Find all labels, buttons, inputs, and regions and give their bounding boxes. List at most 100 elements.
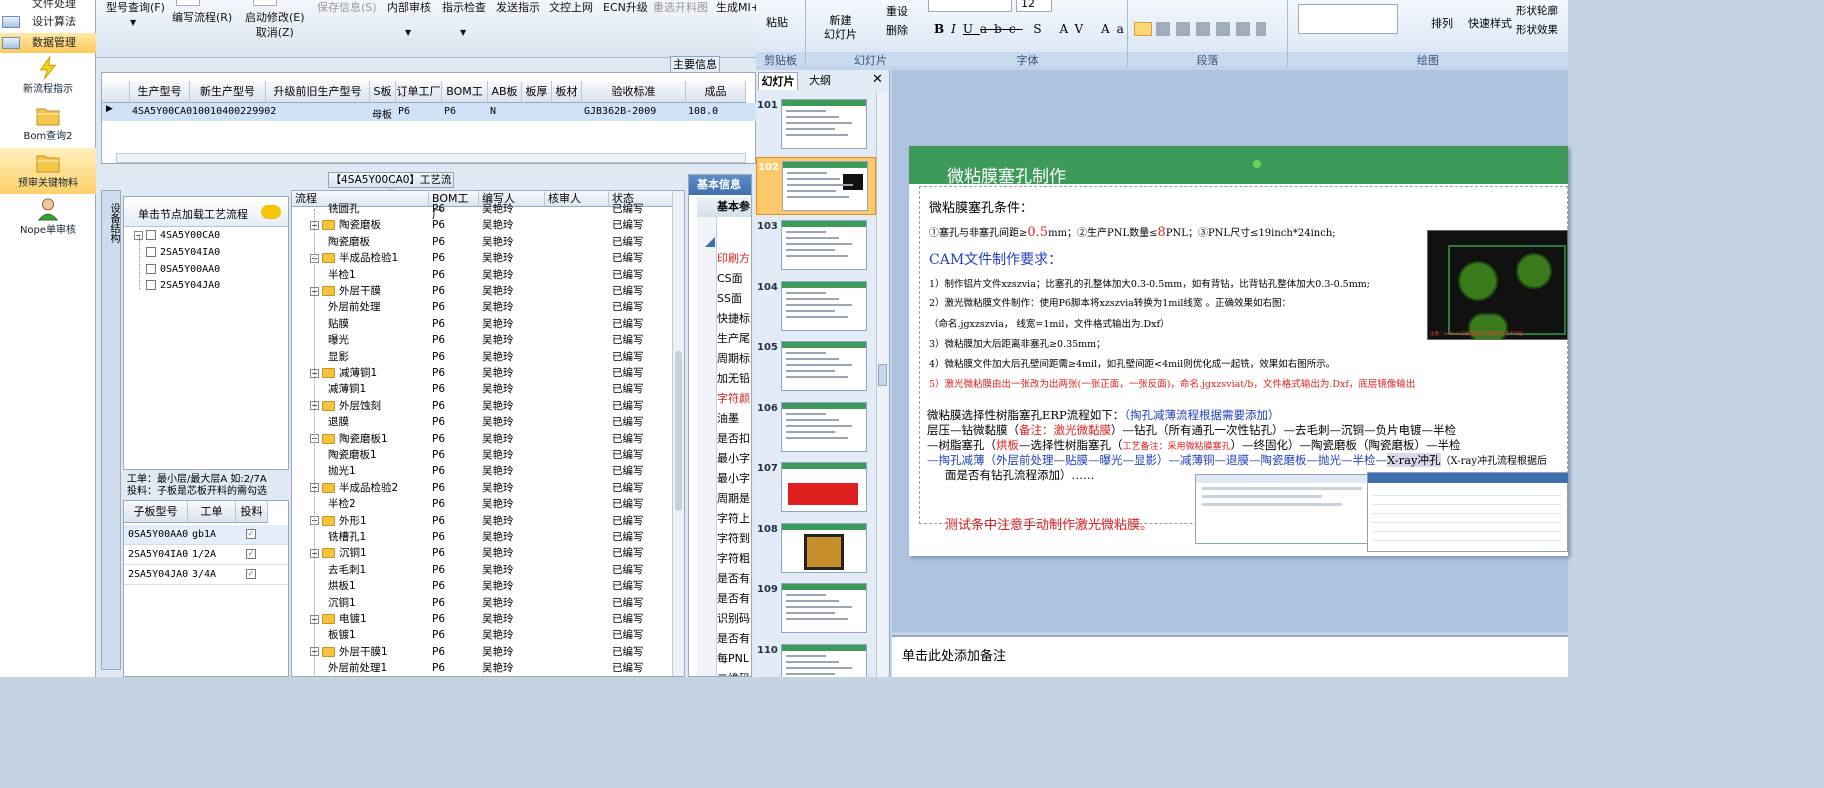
align-left-button[interactable] xyxy=(1134,22,1152,36)
tree-node[interactable]: 2SA5Y04JA0 xyxy=(146,280,220,291)
table-row[interactable]: 2SA5Y04JA0 3/4A ✓ xyxy=(124,565,288,585)
table-row[interactable]: − 半成品检验2 P6 吴艳玲 已编写 xyxy=(292,480,672,496)
column-header[interactable]: 板厚 xyxy=(522,81,552,103)
ecn-upgrade-button[interactable]: ECN升级 xyxy=(603,0,648,56)
scrollbar-thumb[interactable] xyxy=(878,364,887,386)
column-header[interactable]: BOM工厂 xyxy=(442,81,488,120)
bom-query-button[interactable]: Bom查询2 xyxy=(0,101,96,147)
notes-pane[interactable]: 单击此处添加备注 xyxy=(892,635,1568,677)
new-process-button[interactable]: 新流程指示 xyxy=(0,54,96,100)
table-row[interactable]: − 半成品检验1 P6 吴艳玲 已编写 xyxy=(292,250,672,266)
delete-button[interactable]: 删除 xyxy=(886,22,908,38)
horizontal-scrollbar[interactable] xyxy=(116,153,746,163)
table-row[interactable]: 半检1 P6 吴艳玲 已编写 xyxy=(292,267,672,283)
slide-thumbnail[interactable]: 107 xyxy=(756,459,876,517)
shape-outline-button[interactable]: 形状轮廓 xyxy=(1516,3,1558,18)
checkbox[interactable]: ✓ xyxy=(246,549,256,559)
column-header[interactable]: 生产型号 xyxy=(130,81,190,103)
shapes-gallery[interactable] xyxy=(1298,4,1398,34)
paste-button[interactable]: 粘贴 xyxy=(766,14,788,30)
table-row[interactable]: 铣槽孔1 P6 吴艳玲 已编写 xyxy=(292,529,672,545)
slide-thumbnail[interactable]: 105 xyxy=(756,338,876,396)
scrollbar-thumb[interactable] xyxy=(675,351,682,511)
model-query-button[interactable]: 型号查询(F) ▼ xyxy=(106,0,165,56)
table-row[interactable]: − 外层干膜 P6 吴艳玲 已编写 xyxy=(292,283,672,299)
checkbox[interactable] xyxy=(146,247,156,257)
table-row[interactable]: − 陶瓷磨板 P6 吴艳玲 已编写 xyxy=(292,217,672,233)
font-size-box[interactable]: 12 xyxy=(1016,0,1052,12)
slide-thumbnail[interactable]: 102 xyxy=(756,156,876,215)
nope-review-button[interactable]: Nope单审核 xyxy=(0,195,96,241)
save-info-button[interactable]: 保存信息(S) xyxy=(317,0,377,56)
table-row[interactable]: 陶瓷磨板 P6 吴艳玲 已编写 xyxy=(292,234,672,250)
nav-item-data-management[interactable]: 数据管理 xyxy=(0,33,96,53)
table-row[interactable]: 去毛刺1 P6 吴艳玲 已编写 xyxy=(292,562,672,578)
table-row[interactable]: ▶ 4SA5Y00CA0 10010400229902 母板 P6 P6 N GJB362B… xyxy=(102,103,757,121)
table-row[interactable]: 贴膜 P6 吴艳玲 已编写 xyxy=(292,316,672,332)
column-header[interactable]: 工单 xyxy=(188,501,236,523)
column-header[interactable]: 升级前旧生产型号 xyxy=(266,81,370,103)
column-header[interactable]: 订单工厂 xyxy=(396,81,442,103)
table-row[interactable]: 曝光 P6 吴艳玲 已编写 xyxy=(292,332,672,348)
table-row[interactable]: 抛光1 P6 吴艳玲 已编写 xyxy=(292,463,672,479)
slide-thumbnail[interactable]: 108 xyxy=(756,520,876,578)
tab-main-info[interactable]: 主要信息 xyxy=(670,56,720,72)
tab-outline[interactable]: 大纲 xyxy=(800,72,840,90)
key-material-button[interactable]: 预审关键物料 xyxy=(0,148,96,194)
table-row[interactable]: 半检2 P6 吴艳玲 已编写 xyxy=(292,496,672,512)
edit-flow-button[interactable]: 编写流程(R) xyxy=(172,10,232,66)
table-row[interactable]: 0SA5Y00AA0 gb1A ✓ xyxy=(124,525,288,545)
table-row[interactable]: 2SA5Y04IA0 1/2A ✓ xyxy=(124,545,288,565)
tree-root[interactable]: −4SA5Y00CA0 xyxy=(134,230,220,241)
checkbox[interactable] xyxy=(146,263,156,274)
tree-node[interactable]: 0SA5Y00AA0 xyxy=(146,263,220,275)
slide-thumbnail[interactable]: 103 xyxy=(756,217,876,275)
font-name-box[interactable] xyxy=(928,0,1012,12)
table-row[interactable]: 板镀1 P6 吴艳玲 已编写 xyxy=(292,627,672,643)
quick-styles-button[interactable]: 快速样式 xyxy=(1468,15,1512,31)
column-header[interactable]: 投料 xyxy=(236,501,268,523)
shape-effect-button[interactable]: 形状效果 xyxy=(1516,22,1558,37)
table-row[interactable]: 显影 P6 吴艳玲 已编写 xyxy=(292,349,672,365)
thumb-scrollbar[interactable] xyxy=(876,92,888,677)
slide-thumbnail[interactable]: 104 xyxy=(756,278,876,336)
slide-thumbnail[interactable]: 101 xyxy=(756,96,876,154)
new-slide-button[interactable]: 新建 幻灯片 xyxy=(824,14,857,42)
erp-screenshot-image[interactable] xyxy=(1195,474,1369,544)
table-row[interactable]: 外层前处理1 P6 吴艳玲 已编写 xyxy=(292,660,672,676)
close-icon[interactable]: ✕ xyxy=(872,72,883,87)
column-header[interactable]: 验收标准 xyxy=(582,81,686,103)
column-header[interactable]: 成品 xyxy=(686,81,746,103)
publish-button[interactable]: 文控上网 xyxy=(549,0,593,56)
check-button[interactable]: 指示检查 ▼ xyxy=(442,0,486,56)
table-row[interactable]: − 外层干膜1 P6 吴艳玲 已编写 xyxy=(292,644,672,660)
internal-review-button[interactable]: 内部审核 ▼ xyxy=(387,0,431,56)
column-header[interactable]: 新生产型号 xyxy=(190,81,266,103)
column-header[interactable]: S板 xyxy=(370,81,396,103)
tab-device-structure[interactable]: 设备结构 xyxy=(105,203,119,243)
table-row[interactable]: 退膜 P6 吴艳玲 已编写 xyxy=(292,414,672,430)
slide-thumbnail[interactable]: 109 xyxy=(756,580,876,638)
pcb-screenshot-image[interactable]: 注意：xzszvia与微粘膜文件需要塞孔的不同层 xyxy=(1427,230,1568,340)
format-buttons[interactable]: BIUabc S AV Aa A xyxy=(934,22,1157,36)
column-header[interactable]: 板材 xyxy=(552,81,582,103)
table-row[interactable]: − 沉铜1 P6 吴艳玲 已编写 xyxy=(292,545,672,561)
reselect-button[interactable]: 重选开料图 xyxy=(653,0,708,56)
column-header[interactable]: AB板 xyxy=(488,81,522,103)
table-row[interactable]: − 外层蚀刻 P6 吴艳玲 已编写 xyxy=(292,398,672,414)
input-box[interactable] xyxy=(176,0,200,6)
table-row[interactable]: − 陶瓷磨板1 P6 吴艳玲 已编写 xyxy=(292,431,672,447)
start-modify-button[interactable]: 启动修改(E) 取消(Z) xyxy=(245,10,305,66)
table-row[interactable]: − 电镀1 P6 吴艳玲 已编写 xyxy=(292,611,672,627)
generate-mi-button[interactable]: 生成MI+ xyxy=(716,0,760,56)
send-button[interactable]: 发送指示 xyxy=(496,0,540,56)
checkbox[interactable] xyxy=(146,280,156,290)
arrange-button[interactable]: 排列 xyxy=(1431,15,1453,31)
tab-basic-info[interactable]: 基本信息 xyxy=(689,175,751,195)
vertical-scrollbar[interactable] xyxy=(672,191,684,676)
align-buttons[interactable] xyxy=(1156,22,1266,36)
slide-thumbnail[interactable]: 106 xyxy=(756,399,876,457)
table-row[interactable]: 烘板1 P6 吴艳玲 已编写 xyxy=(292,578,672,594)
rotate-handle[interactable] xyxy=(1253,160,1261,168)
column-header[interactable]: 子板型号 xyxy=(124,501,188,523)
